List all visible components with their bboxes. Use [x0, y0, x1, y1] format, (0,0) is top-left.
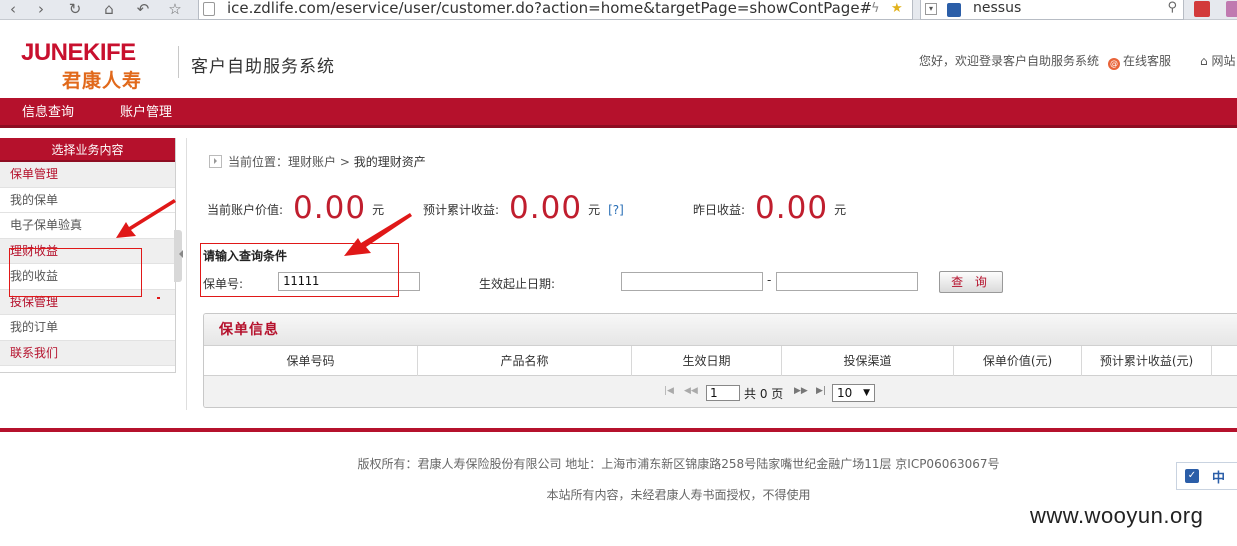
annotation-arrows [116, 199, 412, 256]
annotation-arrow-sidebar [116, 199, 176, 238]
annotation-arrow-query [344, 213, 412, 256]
